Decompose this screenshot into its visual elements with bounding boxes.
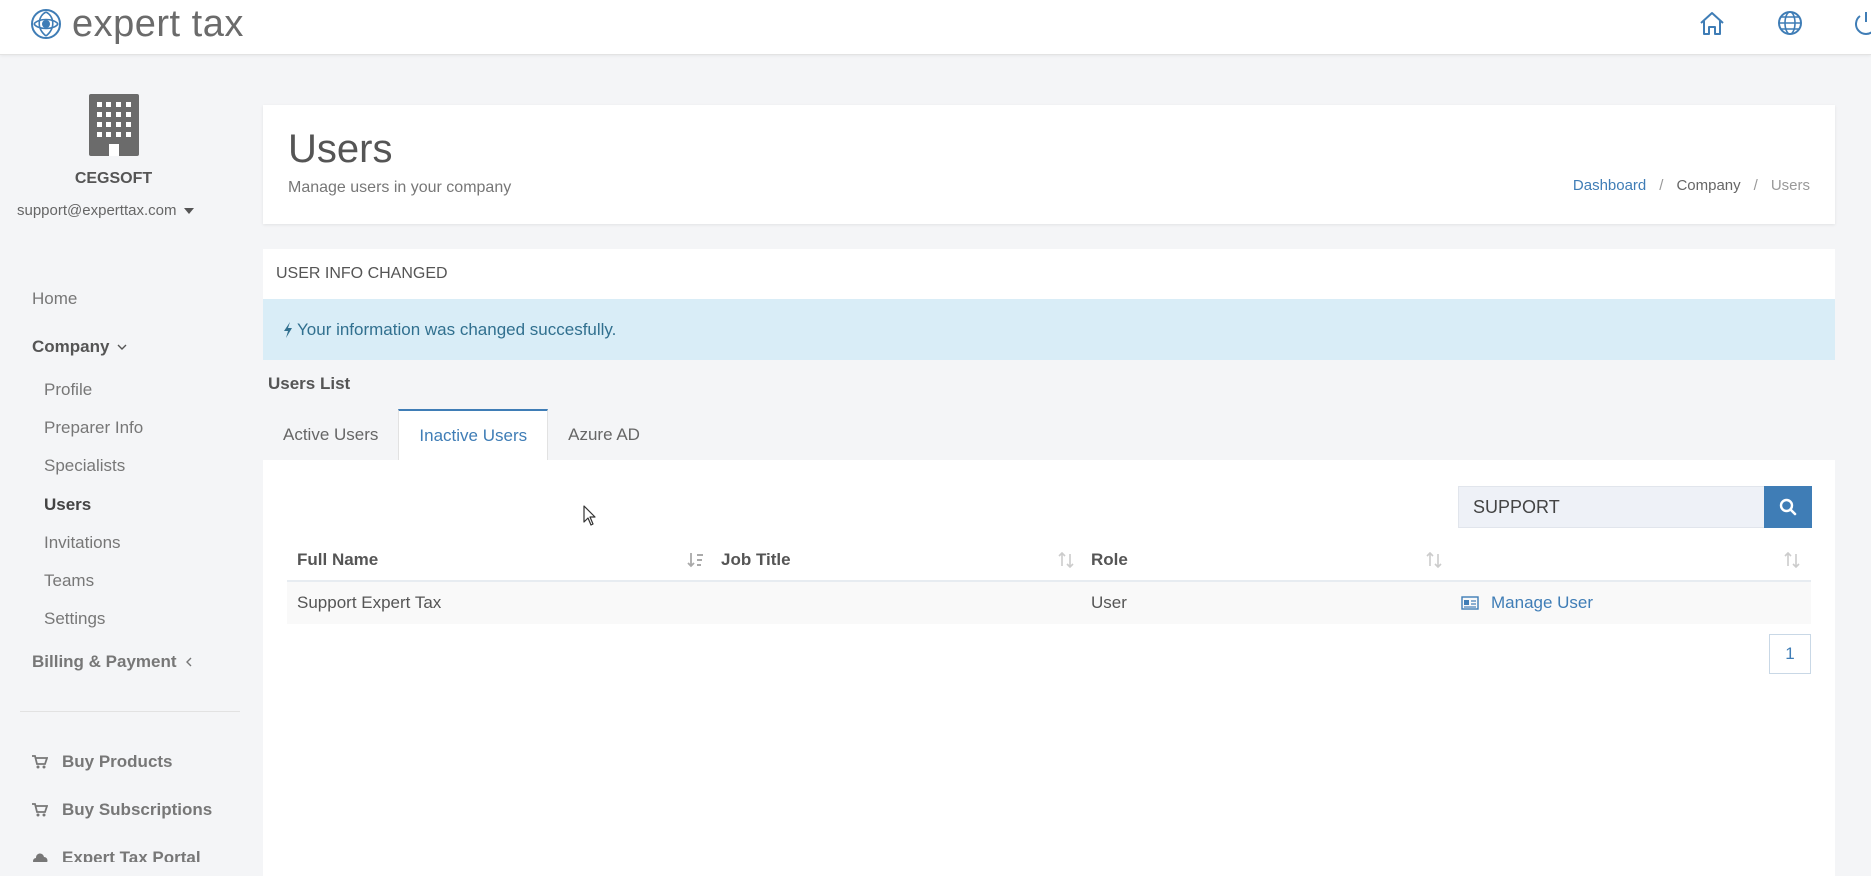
shopping-cart-icon [32,755,48,769]
cell-actions: Manage User [1461,582,1593,624]
breadcrumb-separator: / [1753,177,1758,194]
breadcrumb-separator: / [1659,177,1664,194]
sort-icon[interactable] [1783,552,1801,568]
mouse-cursor-icon [583,505,596,526]
sort-asc-icon[interactable] [687,552,705,568]
page-header: Users Manage users in your company Dashb… [263,105,1835,224]
chevron-left-icon [185,657,192,667]
sidebar-item-buy-products[interactable]: Buy Products [32,752,173,772]
sidebar-divider [20,711,240,712]
sort-icon[interactable] [1425,552,1443,568]
page-subtitle: Manage users in your company [288,179,512,196]
sidebar-item-users[interactable]: Users [44,495,91,515]
expert-tax-logo-icon [31,9,61,39]
success-alert: Your information was changed succesfully… [263,299,1835,360]
search-icon [1779,498,1797,516]
cell-full-name: Support Expert Tax [297,593,442,612]
sidebar-item-preparer-info[interactable]: Preparer Info [44,418,143,438]
sort-icon[interactable] [1057,552,1075,568]
sidebar-item-teams[interactable]: Teams [44,571,94,591]
users-table-panel: Full Name Job Title Role Support Expert … [263,460,1835,876]
sidebar-item-portal-label: Expert Tax Portal [62,848,201,862]
account-email: support@experttax.com [17,202,177,219]
sidebar-item-buy-products-label: Buy Products [62,752,173,771]
search-input[interactable] [1458,486,1764,528]
sidebar-item-buy-subscriptions-label: Buy Subscriptions [62,800,213,819]
manage-user-link[interactable]: Manage User [1461,593,1593,613]
logo-text: expert tax [72,3,244,45]
notice-panel: USER INFO CHANGED Your information was c… [263,249,1835,360]
globe-icon[interactable] [1775,8,1805,38]
chevron-down-icon [117,344,127,350]
users-list-label: Users List [268,374,351,393]
users-table: Full Name Job Title Role Support Expert … [287,540,1811,624]
top-bar: expert tax [0,0,1871,55]
app-logo[interactable]: expert tax [30,4,244,44]
sidebar-item-home[interactable]: Home [32,289,77,309]
id-card-icon [1461,596,1479,610]
sidebar-item-invitations[interactable]: Invitations [44,533,121,553]
tab-active-users[interactable]: Active Users [263,409,398,460]
page-title: Users [288,127,393,171]
sidebar-item-settings[interactable]: Settings [44,609,105,629]
manage-user-label: Manage User [1491,593,1594,612]
sidebar-item-profile[interactable]: Profile [44,380,92,400]
sidebar-item-company[interactable]: Company [32,337,127,357]
sidebar-item-specialists[interactable]: Specialists [44,456,125,476]
sidebar: CEGSOFT support@experttax.com Home Compa… [0,56,250,876]
shopping-cart-icon [32,803,48,817]
company-name: CEGSOFT [74,170,153,187]
sidebar-item-company-label: Company [32,337,110,356]
breadcrumb-company: Company [1676,177,1741,194]
building-icon [89,94,139,156]
home-icon[interactable] [1697,8,1727,38]
breadcrumb-users: Users [1770,177,1810,194]
power-icon[interactable] [1851,8,1871,38]
table-header: Full Name Job Title Role [287,540,1811,582]
breadcrumb-dashboard[interactable]: Dashboard [1573,177,1646,194]
column-role[interactable]: Role [1091,540,1128,580]
caret-down-icon [184,207,195,214]
tab-azure-ad[interactable]: Azure AD [548,409,660,460]
users-tabs: Active Users Inactive Users Azure AD [263,409,660,461]
search-button[interactable] [1764,486,1812,528]
breadcrumb: Dashboard / Company / Users [1573,177,1810,194]
search-bar [1458,486,1812,528]
alert-message: Your information was changed succesfully… [297,319,617,339]
sidebar-item-portal[interactable]: Expert Tax Portal [32,848,201,862]
table-row: Support Expert Tax User Manage User [287,582,1811,624]
sidebar-item-buy-subscriptions[interactable]: Buy Subscriptions [32,800,212,820]
tab-inactive-users[interactable]: Inactive Users [398,409,549,461]
bolt-icon [284,321,292,338]
notice-title: USER INFO CHANGED [276,265,448,282]
column-full-name[interactable]: Full Name [297,540,378,580]
sidebar-item-billing[interactable]: Billing & Payment [32,652,193,672]
cloud-icon [33,853,48,862]
sidebar-item-billing-label: Billing & Payment [32,652,177,671]
pagination-page-1[interactable]: 1 [1769,634,1811,674]
account-dropdown[interactable]: support@experttax.com [17,202,195,219]
column-job-title[interactable]: Job Title [721,540,791,580]
cell-role: User [1091,593,1127,612]
